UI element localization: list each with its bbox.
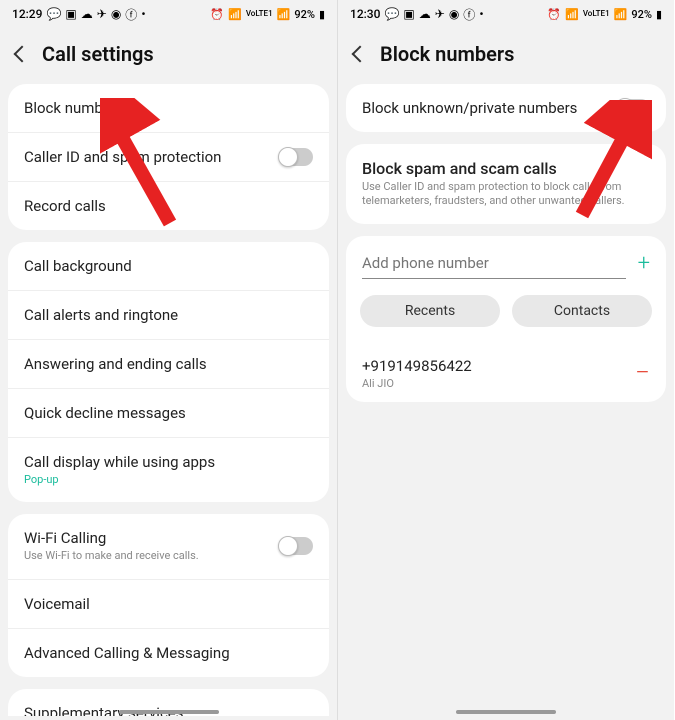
cloud-icon: ☁: [81, 7, 93, 21]
more-icon: •: [141, 7, 145, 21]
label: Call alerts and ringtone: [24, 306, 178, 324]
label: Wi-Fi Calling: [24, 529, 279, 547]
battery-icon: ▮: [319, 8, 325, 21]
chat-icon: 💬: [46, 7, 61, 21]
wifi-icon: 📶: [228, 8, 242, 21]
plus-icon[interactable]: +: [638, 251, 650, 276]
blocked-name: Ali JIO: [362, 377, 472, 390]
recents-button[interactable]: Recents: [360, 295, 500, 327]
row-voicemail[interactable]: Voicemail: [8, 580, 329, 629]
source-buttons: Recents Contacts: [346, 285, 666, 345]
row-block-unknown[interactable]: Block unknown/private numbers: [346, 84, 666, 132]
block-unknown-card: Block unknown/private numbers: [346, 84, 666, 132]
label: Quick decline messages: [24, 404, 186, 422]
phone-right: 12:30 💬 ▣ ☁ ✈ ◉ ⓕ • ⏰ 📶 VoLTE1 📶 92% ▮ B…: [337, 0, 674, 720]
settings-group-2: Call background Call alerts and ringtone…: [8, 242, 329, 502]
row-call-alerts[interactable]: Call alerts and ringtone: [8, 291, 329, 340]
battery-text: 92%: [631, 8, 652, 21]
row-block-spam[interactable]: Block spam and scam calls Use Caller ID …: [346, 144, 666, 224]
add-number-card: + Recents Contacts +919149856422 Ali JIO…: [346, 236, 666, 402]
facebook-icon: ⓕ: [125, 6, 137, 23]
row-quick-decline[interactable]: Quick decline messages: [8, 389, 329, 438]
alarm-icon: ⏰: [547, 8, 561, 21]
toggle-block-unknown[interactable]: [616, 99, 650, 117]
row-answering[interactable]: Answering and ending calls: [8, 340, 329, 389]
settings-group-3: Wi-Fi Calling Use Wi-Fi to make and rece…: [8, 514, 329, 676]
play-icon: ▣: [65, 7, 76, 21]
volte-icon: VoLTE1: [583, 10, 610, 18]
camera-icon: ◉: [449, 7, 459, 21]
home-indicator[interactable]: [456, 710, 556, 714]
home-indicator[interactable]: [119, 710, 219, 714]
label: Answering and ending calls: [24, 355, 207, 373]
signal-icon: 📶: [614, 8, 628, 21]
clock: 12:30: [350, 7, 380, 21]
minus-icon[interactable]: −: [635, 360, 650, 386]
battery-text: 92%: [294, 8, 315, 21]
row-wifi-calling[interactable]: Wi-Fi Calling Use Wi-Fi to make and rece…: [8, 514, 329, 579]
row-advanced[interactable]: Advanced Calling & Messaging: [8, 629, 329, 677]
page-title: Call settings: [42, 42, 154, 66]
label: Block numbers: [24, 99, 124, 117]
status-bar: 12:29 💬 ▣ ☁ ✈ ◉ ⓕ • ⏰ 📶 VoLTE1 📶 92% ▮: [0, 0, 337, 28]
cloud-icon: ☁: [419, 7, 431, 21]
label: Block unknown/private numbers: [362, 99, 577, 117]
sublabel: Use Caller ID and spam protection to blo…: [362, 180, 650, 209]
row-caller-id[interactable]: Caller ID and spam protection: [8, 133, 329, 182]
telegram-icon: ✈: [97, 7, 107, 21]
page-title: Block numbers: [380, 42, 514, 66]
signal-icon: 📶: [277, 8, 291, 21]
play-icon: ▣: [403, 7, 414, 21]
chat-icon: 💬: [384, 7, 399, 21]
wifi-icon: 📶: [565, 8, 579, 21]
label: Call background: [24, 257, 132, 275]
label: Call display while using apps: [24, 453, 313, 471]
clock: 12:29: [12, 7, 42, 21]
telegram-icon: ✈: [435, 7, 445, 21]
label: Advanced Calling & Messaging: [24, 644, 230, 662]
settings-group-1: Block numbers Caller ID and spam protect…: [8, 84, 329, 230]
facebook-icon: ⓕ: [463, 6, 475, 23]
header: Call settings: [0, 28, 337, 84]
blocked-number: +919149856422: [362, 357, 472, 375]
alarm-icon: ⏰: [210, 8, 224, 21]
row-call-display[interactable]: Call display while using apps Pop-up: [8, 438, 329, 502]
contacts-button[interactable]: Contacts: [512, 295, 652, 327]
toggle-caller-id[interactable]: [279, 148, 313, 166]
row-block-numbers[interactable]: Block numbers: [8, 84, 329, 133]
phone-left: 12:29 💬 ▣ ☁ ✈ ◉ ⓕ • ⏰ 📶 VoLTE1 📶 92% ▮ C…: [0, 0, 337, 720]
blocked-entry[interactable]: +919149856422 Ali JIO −: [346, 345, 666, 402]
row-record-calls[interactable]: Record calls: [8, 182, 329, 230]
sublabel: Use Wi-Fi to make and receive calls.: [24, 549, 279, 563]
label: Voicemail: [24, 595, 90, 613]
status-bar: 12:30 💬 ▣ ☁ ✈ ◉ ⓕ • ⏰ 📶 VoLTE1 📶 92% ▮: [338, 0, 674, 28]
battery-icon: ▮: [656, 8, 662, 21]
label: Caller ID and spam protection: [24, 148, 221, 166]
camera-icon: ◉: [111, 7, 121, 21]
label: Block spam and scam calls: [362, 159, 650, 178]
more-icon: •: [479, 7, 483, 21]
volte-icon: VoLTE1: [246, 10, 273, 18]
block-spam-card: Block spam and scam calls Use Caller ID …: [346, 144, 666, 224]
sublabel: Pop-up: [24, 473, 313, 487]
label: Record calls: [24, 197, 106, 215]
header: Block numbers: [338, 28, 674, 84]
back-icon[interactable]: [14, 46, 31, 63]
add-phone-input[interactable]: [362, 248, 626, 279]
row-call-background[interactable]: Call background: [8, 242, 329, 291]
back-icon[interactable]: [352, 46, 369, 63]
add-number-row: +: [346, 236, 666, 285]
toggle-wifi-calling[interactable]: [279, 537, 313, 555]
